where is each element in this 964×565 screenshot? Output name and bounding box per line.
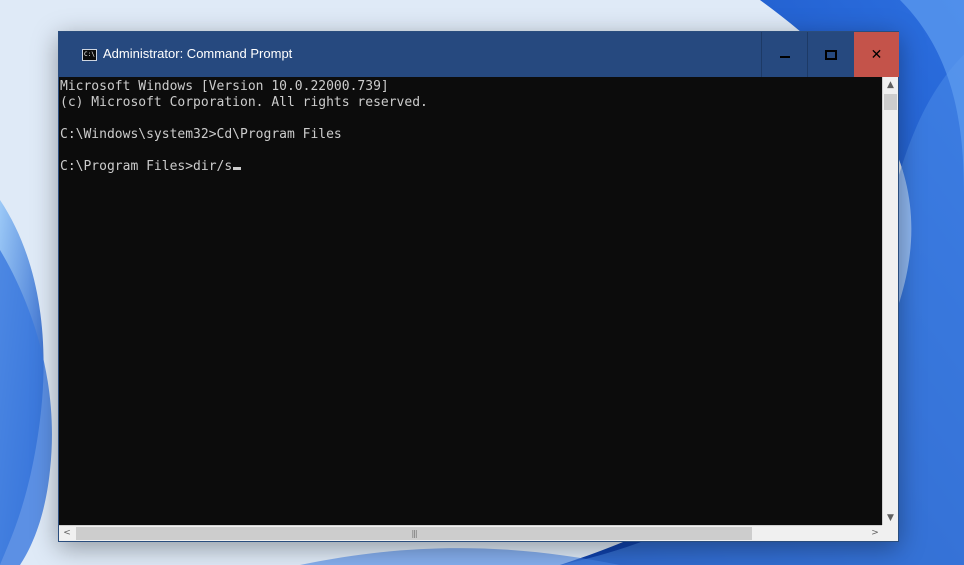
text-cursor [233,167,242,170]
window-title: Administrator: Command Prompt [103,46,293,61]
command-prompt-window: C:\ Administrator: Command Prompt ✕ Micr… [58,31,899,542]
console-prompt-line[interactable]: C:\Program Files>dir/s [60,159,242,175]
close-icon: ✕ [870,46,883,63]
scroll-left-icon[interactable]: < [59,526,75,541]
horizontal-scrollbar[interactable]: < ||| > [59,525,883,541]
minimize-icon [779,56,790,58]
console-current-command: C:\Program Files>dir/s [60,159,233,174]
minimize-button[interactable] [761,32,807,77]
scroll-down-icon[interactable]: ▼ [883,510,898,526]
console-output[interactable]: Microsoft Windows [Version 10.0.22000.73… [59,77,883,526]
console-line: Microsoft Windows [Version 10.0.22000.73… [60,79,389,94]
console-line: C:\Windows\system32>Cd\Program Files [60,127,342,142]
cmd-icon[interactable]: C:\ [82,49,97,61]
scroll-right-icon[interactable]: > [867,526,883,541]
maximize-icon [824,49,837,60]
vertical-scroll-thumb[interactable] [884,94,897,110]
title-bar[interactable]: C:\ Administrator: Command Prompt ✕ [59,32,899,77]
close-button[interactable]: ✕ [854,32,899,77]
console-line: (c) Microsoft Corporation. All rights re… [60,95,428,110]
cmd-icon-text: C:\ [84,51,95,58]
vertical-scrollbar[interactable]: ▲ ▼ [882,77,898,526]
scroll-grip-icon: ||| [411,529,417,538]
scrollbar-corner [882,525,898,541]
scroll-up-icon[interactable]: ▲ [883,77,898,93]
horizontal-scroll-thumb[interactable]: ||| [76,527,752,540]
maximize-button[interactable] [807,32,853,77]
